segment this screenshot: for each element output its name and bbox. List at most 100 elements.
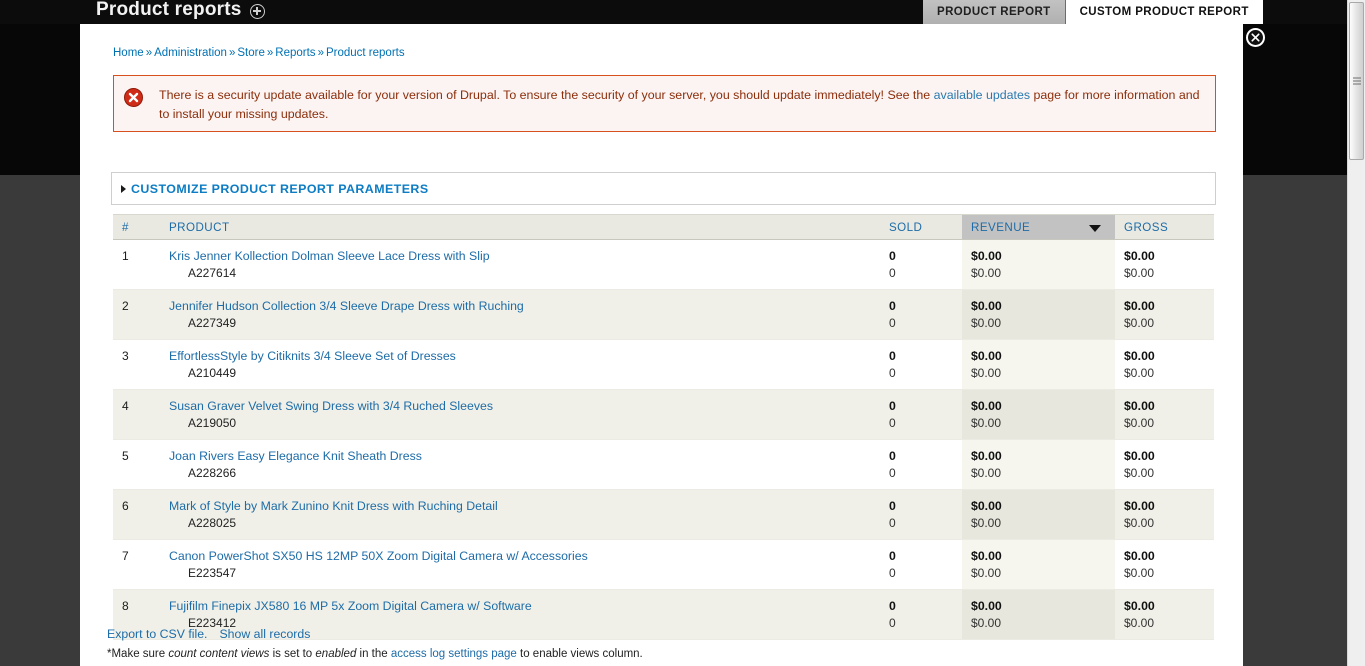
table-header: # PRODUCT SOLD REVENUE GROSS	[113, 214, 1214, 240]
cell-index: 6	[113, 489, 160, 540]
product-link[interactable]: Kris Jenner Kollection Dolman Sleeve Lac…	[169, 249, 880, 263]
breadcrumb-separator: »	[317, 47, 324, 59]
report-tabs: PRODUCT REPORT CUSTOM PRODUCT REPORT	[923, 0, 1263, 24]
breadcrumb-item-administration[interactable]: Administration	[154, 47, 227, 59]
cell-revenue: $0.00 $0.00	[962, 439, 1115, 490]
sold-value: 0	[889, 299, 896, 313]
cell-sold: 00	[880, 539, 962, 590]
sold-subvalue: 0	[889, 366, 896, 380]
cell-gross: $0.00 $0.00	[1115, 489, 1214, 540]
note-part-2: is set to	[269, 648, 316, 660]
table-body: 1 Kris Jenner Kollection Dolman Sleeve La…	[113, 239, 1214, 640]
cell-index: 5	[113, 439, 160, 490]
scrollbar-thumb[interactable]	[1349, 2, 1364, 160]
breadcrumb-item-reports[interactable]: Reports	[275, 47, 315, 59]
cell-index: 7	[113, 539, 160, 590]
table-row: 4 Susan Graver Velvet Swing Dress with 3/…	[113, 389, 1214, 440]
sold-subvalue: 0	[889, 266, 896, 280]
cell-gross: $0.00 $0.00	[1115, 389, 1214, 440]
product-link[interactable]: Susan Graver Velvet Swing Dress with 3/4…	[169, 399, 880, 413]
breadcrumb: Home» Administration» Store» Reports» Produc…	[113, 47, 405, 59]
security-update-message-text: There is a security update available for…	[159, 86, 1203, 124]
gross-subvalue: $0.00	[1124, 516, 1155, 530]
revenue-subvalue: $0.00	[971, 466, 1002, 480]
vertical-scrollbar[interactable]	[1347, 0, 1365, 666]
product-link[interactable]: Canon PowerShot SX50 HS 12MP 50X Zoom Di…	[169, 549, 880, 563]
column-header-sold[interactable]: SOLD	[880, 214, 962, 240]
row-index: 5	[122, 449, 129, 463]
sold-value: 0	[889, 449, 896, 463]
row-index: 8	[122, 599, 129, 613]
sold-value: 0	[889, 549, 896, 563]
gross-subvalue: $0.00	[1124, 466, 1155, 480]
column-header-number[interactable]: #	[113, 214, 160, 240]
table-row: 3 EffortlessStyle by Citiknits 3/4 Sleeve…	[113, 339, 1214, 390]
revenue-subvalue: $0.00	[971, 616, 1002, 630]
breadcrumb-separator: »	[266, 47, 274, 59]
access-log-settings-link[interactable]: access log settings page	[391, 648, 517, 660]
note-part-1: *Make sure	[107, 648, 169, 660]
security-update-message: There is a security update available for…	[113, 75, 1216, 132]
revenue-value: $0.00	[971, 299, 1002, 313]
gross-value: $0.00	[1124, 549, 1155, 563]
sold-value: 0	[889, 349, 896, 363]
product-link[interactable]: Fujifilm Finepix JX580 16 MP 5x Zoom Dig…	[169, 599, 880, 613]
cell-revenue: $0.00 $0.00	[962, 539, 1115, 590]
gross-value: $0.00	[1124, 599, 1155, 613]
cell-sold: 00	[880, 289, 962, 340]
product-sku: A219050	[188, 416, 237, 430]
row-index: 4	[122, 399, 129, 413]
product-link[interactable]: Joan Rivers Easy Elegance Knit Sheath Dr…	[169, 449, 880, 463]
table-header-row: # PRODUCT SOLD REVENUE GROSS	[113, 214, 1214, 240]
message-text-before: There is a security update available for…	[159, 88, 934, 102]
cell-gross: $0.00 $0.00	[1115, 339, 1214, 390]
tab-custom-product-report[interactable]: CUSTOM PRODUCT REPORT	[1065, 0, 1263, 24]
cell-revenue: $0.00 $0.00	[962, 389, 1115, 440]
circle-plus-icon[interactable]	[250, 4, 265, 19]
tab-product-report[interactable]: PRODUCT REPORT	[923, 0, 1066, 24]
cell-revenue: $0.00 $0.00	[962, 489, 1115, 540]
product-sku: A227349	[188, 316, 237, 330]
cell-revenue: $0.00 $0.00	[962, 589, 1115, 640]
cell-revenue: $0.00 $0.00	[962, 289, 1115, 340]
sold-value: 0	[889, 599, 896, 613]
product-sku: A210449	[188, 366, 237, 380]
gross-subvalue: $0.00	[1124, 316, 1155, 330]
cell-gross: $0.00 $0.00	[1115, 539, 1214, 590]
show-all-records-link[interactable]: Show all records	[219, 627, 310, 641]
sold-subvalue: 0	[889, 616, 896, 630]
page-title: Product reports	[96, 0, 242, 20]
breadcrumb-item-store[interactable]: Store	[237, 47, 265, 59]
breadcrumb-item-product-reports[interactable]: Product reports	[326, 47, 405, 59]
column-header-revenue[interactable]: REVENUE	[962, 214, 1115, 240]
customize-parameters-fieldset[interactable]: CUSTOMIZE PRODUCT REPORT PARAMETERS	[111, 172, 1216, 205]
product-sku: A227614	[188, 266, 237, 280]
product-link[interactable]: Mark of Style by Mark Zunino Knit Dress …	[169, 499, 880, 513]
breadcrumb-item-home[interactable]: Home	[113, 47, 144, 59]
row-index: 3	[122, 349, 129, 363]
column-header-product[interactable]: PRODUCT	[160, 214, 880, 240]
sold-subvalue: 0	[889, 466, 896, 480]
product-link[interactable]: EffortlessStyle by Citiknits 3/4 Sleeve …	[169, 349, 880, 363]
close-icon[interactable]	[1246, 28, 1265, 47]
cell-revenue: $0.00 $0.00	[962, 239, 1115, 290]
cell-revenue: $0.00 $0.00	[962, 339, 1115, 390]
error-circle-icon	[124, 88, 143, 107]
available-updates-link[interactable]: available updates	[934, 88, 1030, 102]
column-header-gross[interactable]: GROSS	[1115, 214, 1214, 240]
sold-subvalue: 0	[889, 566, 896, 580]
cell-index: 2	[113, 289, 160, 340]
cell-gross: $0.00 $0.00	[1115, 439, 1214, 490]
gross-subvalue: $0.00	[1124, 566, 1155, 580]
cell-index: 3	[113, 339, 160, 390]
gross-subvalue: $0.00	[1124, 616, 1155, 630]
breadcrumb-separator: »	[228, 47, 236, 59]
cell-product: Canon PowerShot SX50 HS 12MP 50X Zoom Di…	[160, 539, 880, 590]
note-emphasis-1: count content views	[168, 648, 270, 660]
cell-product: EffortlessStyle by Citiknits 3/4 Sleeve …	[160, 339, 880, 390]
revenue-subvalue: $0.00	[971, 416, 1002, 430]
export-csv-link[interactable]: Export to CSV file.	[107, 627, 207, 641]
product-link[interactable]: Jennifer Hudson Collection 3/4 Sleeve Dr…	[169, 299, 880, 313]
note-part-3: in the	[356, 648, 391, 660]
gross-subvalue: $0.00	[1124, 266, 1155, 280]
